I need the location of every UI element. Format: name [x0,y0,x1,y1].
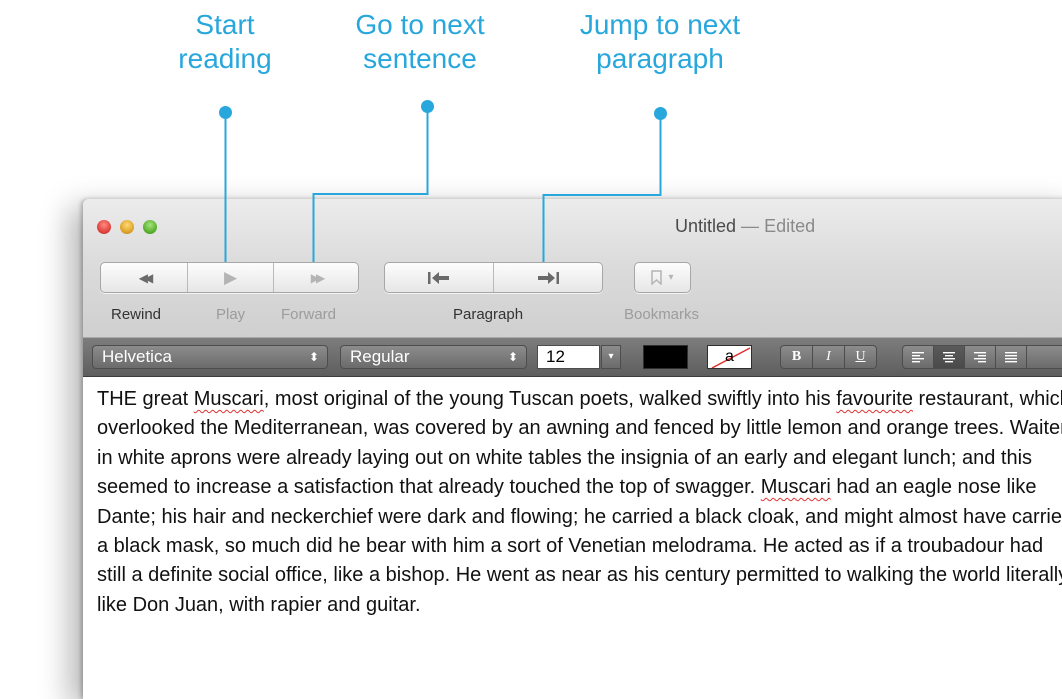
previous-paragraph-button[interactable] [385,263,494,292]
format-bar: Helvetica ⬍ Regular ⬍ 12 ▾ a B I U [83,338,1062,377]
text-run: , most original of the young Tuscan poet… [263,388,837,410]
align-center-button[interactable] [934,346,965,368]
playback-controls: ◀◀ ▶ ▶▶ [100,262,359,293]
play-icon: ▶ [223,267,238,287]
close-button[interactable] [97,220,111,234]
underline-button[interactable]: U [845,346,876,368]
document-name: Untitled [675,216,737,236]
document-text-area[interactable]: THE great Muscari, most original of the … [97,385,1062,620]
misspelled-word: Muscari [760,476,831,499]
font-size-field[interactable]: 12 [537,345,600,369]
align-left-icon [912,352,924,363]
justify-button[interactable] [996,346,1027,368]
misspelled-word: favourite [836,388,913,410]
title-separator: — [741,216,760,236]
bookmarks-dropdown[interactable]: ▾ [635,263,690,292]
bookmarks-label: Bookmarks [624,306,700,323]
text-style-buttons: B I U [780,345,877,369]
text-run: THE great [97,388,194,410]
font-style-value: Regular [350,347,410,366]
background-color-swatch[interactable]: a [707,345,752,369]
bold-button[interactable]: B [781,346,813,368]
callout-dot [654,107,667,120]
callout-next-paragraph: Jump to next paragraph [550,8,770,76]
callout-dot [421,100,434,113]
minimize-button[interactable] [120,220,134,234]
paragraph-label: Paragraph [453,306,524,323]
rewind-icon: ◀◀ [138,270,154,285]
callout-line: reading [178,43,272,74]
chevron-updown-icon: ⬍ [507,350,518,364]
window-title: Untitled — Edited [675,216,815,237]
play-label: Play [216,306,246,323]
font-family-value: Helvetica [102,347,172,366]
callout-line: sentence [363,43,477,74]
rewind-button[interactable]: ◀◀ [101,263,188,292]
document-paragraph: THE great Muscari, most original of the … [97,385,1062,620]
callout-dot [219,106,232,119]
zoom-button[interactable] [143,220,157,234]
font-size-dropdown[interactable]: ▾ [601,345,621,369]
callout-line: paragraph [596,43,724,74]
skip-forward-icon [538,271,559,284]
italic-button[interactable]: I [813,346,845,368]
align-right-icon [974,352,986,363]
document-status: Edited [764,216,816,236]
next-paragraph-button[interactable] [494,263,602,292]
chevron-down-icon: ▾ [668,272,674,283]
callout-start-reading: Start reading [150,8,300,76]
background-swatch-glyph: a [725,348,734,365]
text-color-swatch[interactable] [643,345,688,369]
skip-back-icon [428,271,449,284]
align-right-button[interactable] [965,346,996,368]
font-style-select[interactable]: Regular ⬍ [340,345,527,369]
forward-button[interactable]: ▶▶ [274,263,358,292]
chevron-updown-icon: ⬍ [308,350,319,364]
misspelled-word: Muscari [193,388,264,410]
align-left-button[interactable] [903,346,934,368]
justify-icon [1005,352,1017,363]
callout-next-sentence: Go to next sentence [330,8,510,76]
play-button[interactable]: ▶ [188,263,274,292]
bookmarks-button[interactable]: ▾ [634,262,691,293]
rewind-label: Rewind [111,306,162,323]
textedit-window: Untitled — Edited ◀◀ ▶ ▶▶ ▾ Rewind Play … [83,199,1062,699]
alignment-buttons [902,345,1062,369]
font-family-select[interactable]: Helvetica ⬍ [92,345,328,369]
callout-line: Start [195,9,255,40]
callout-line: Go to next [355,9,485,40]
bookmark-icon [651,270,663,285]
forward-label: Forward [281,306,337,323]
forward-icon: ▶▶ [310,270,326,285]
align-center-icon [943,352,955,363]
callout-line: Jump to next [579,9,741,40]
paragraph-controls [384,262,603,293]
title-toolbar: Untitled — Edited ◀◀ ▶ ▶▶ ▾ Rewind Play … [83,199,1062,338]
